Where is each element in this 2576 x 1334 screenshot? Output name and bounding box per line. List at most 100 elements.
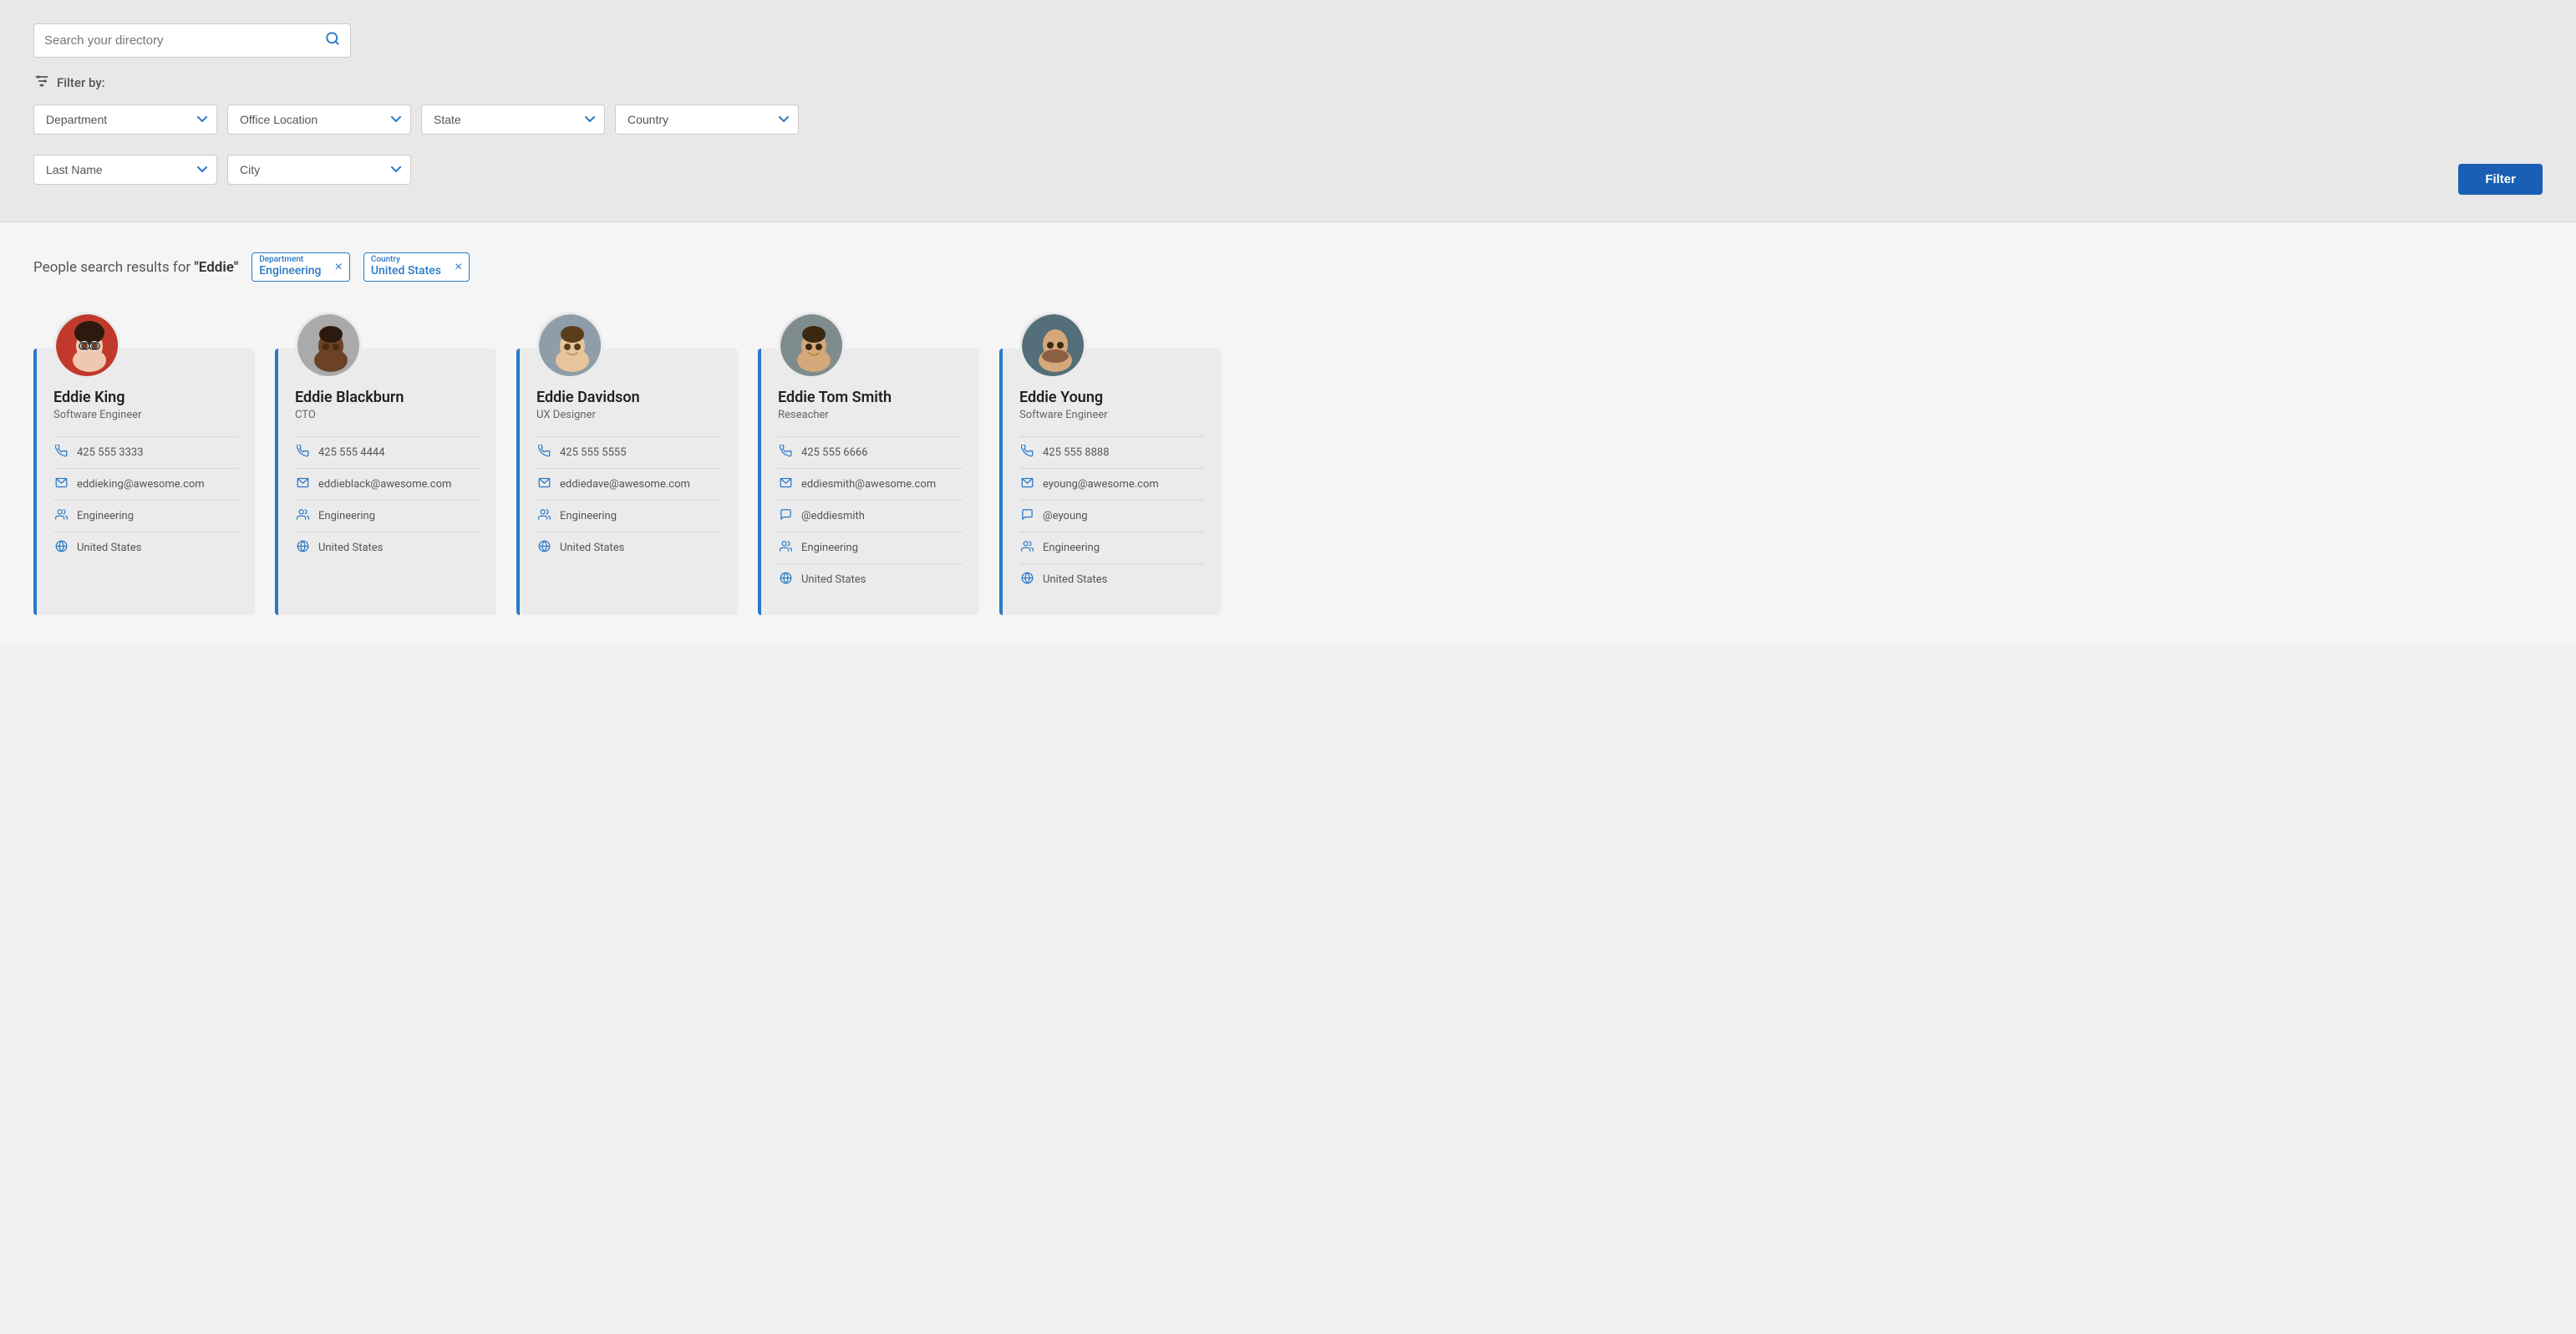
phone-icon-eddie-tom-smith	[778, 445, 793, 461]
globe-icon-eddie-king	[53, 540, 69, 556]
avatar-eddie-blackburn	[295, 312, 362, 379]
chat-icon-eddie-tom-smith	[778, 508, 793, 524]
globe-icon-eddie-davidson	[536, 540, 551, 556]
person-card-eddie-tom-smith[interactable]: Eddie Tom Smith Reseacher 425 555 6666 e…	[758, 349, 979, 615]
country-row-eddie-blackburn: United States	[295, 532, 480, 563]
country-value-eddie-young: United States	[1043, 573, 1107, 586]
dept-value-eddie-young: Engineering	[1043, 542, 1100, 554]
globe-icon-eddie-tom-smith	[778, 572, 793, 588]
dept-row-eddie-king: Engineering	[53, 500, 238, 532]
email-icon-eddie-blackburn	[295, 476, 310, 492]
chat-icon-eddie-young	[1019, 508, 1034, 524]
email-value-eddie-king: eddieking@awesome.com	[77, 478, 205, 491]
chip-department: Department Engineering ×	[252, 252, 350, 282]
email-row-eddie-tom-smith: eddiesmith@awesome.com	[778, 468, 963, 500]
office-location-dropdown[interactable]: Office Location	[227, 104, 411, 135]
filter-button[interactable]: Filter	[2458, 164, 2543, 195]
chip-country: Country United States ×	[363, 252, 470, 282]
email-icon-eddie-tom-smith	[778, 476, 793, 492]
phone-value-eddie-young: 425 555 8888	[1043, 446, 1110, 459]
dept-icon-eddie-young	[1019, 540, 1034, 556]
person-name-eddie-blackburn: Eddie Blackburn	[295, 389, 480, 406]
phone-row-eddie-davidson: 425 555 5555	[536, 436, 721, 468]
country-value-eddie-king: United States	[77, 542, 141, 554]
person-title-eddie-king: Software Engineer	[53, 409, 238, 421]
last-name-dropdown[interactable]: Last Name	[33, 155, 217, 185]
person-title-eddie-davidson: UX Designer	[536, 409, 721, 421]
dept-icon-eddie-davidson	[536, 508, 551, 524]
state-dropdown[interactable]: State	[421, 104, 605, 135]
avatar-eddie-young	[1019, 312, 1086, 379]
last-name-dropdown-wrap: Last Name	[33, 155, 217, 185]
phone-icon-eddie-blackburn	[295, 445, 310, 461]
phone-icon-eddie-young	[1019, 445, 1034, 461]
chip-country-close-button[interactable]: ×	[448, 253, 469, 281]
phone-row-eddie-young: 425 555 8888	[1019, 436, 1204, 468]
email-value-eddie-davidson: eddiedave@awesome.com	[560, 478, 690, 491]
card-body-eddie-young: Eddie Young Software Engineer 425 555 88…	[1003, 349, 1221, 595]
person-card-eddie-young[interactable]: Eddie Young Software Engineer 425 555 88…	[999, 349, 1221, 615]
state-dropdown-wrap: State	[421, 104, 605, 135]
person-card-eddie-king[interactable]: Eddie King Software Engineer 425 555 333…	[33, 349, 255, 615]
results-text: People search results for "Eddie"	[33, 259, 238, 276]
card-body-eddie-davidson: Eddie Davidson UX Designer 425 555 5555 …	[520, 349, 738, 563]
email-icon-eddie-davidson	[536, 476, 551, 492]
filter-row-1: Department Office Location	[33, 104, 799, 135]
filter-settings-icon	[33, 73, 50, 93]
chip-country-label: Country	[364, 253, 448, 264]
filter-controls: Department Office Location	[33, 104, 2543, 195]
filter-dropdowns: Department Office Location	[33, 104, 799, 195]
dept-icon-eddie-tom-smith	[778, 540, 793, 556]
person-name-eddie-tom-smith: Eddie Tom Smith	[778, 389, 963, 406]
avatar-eddie-king	[53, 312, 120, 379]
avatar-eddie-davidson	[536, 312, 603, 379]
email-icon-eddie-young	[1019, 476, 1034, 492]
results-header: People search results for "Eddie" Depart…	[33, 252, 2543, 282]
chat-row-eddie-young: @eyoung	[1019, 500, 1204, 532]
person-card-eddie-blackburn[interactable]: Eddie Blackburn CTO 425 555 4444 eddiebl…	[275, 349, 496, 615]
search-input[interactable]	[44, 33, 325, 48]
chip-dept-value: Engineering	[252, 264, 328, 281]
phone-value-eddie-davidson: 425 555 5555	[560, 446, 627, 459]
dept-icon-eddie-king	[53, 508, 69, 524]
phone-icon-eddie-davidson	[536, 445, 551, 461]
department-dropdown[interactable]: Department	[33, 104, 217, 135]
email-value-eddie-tom-smith: eddiesmith@awesome.com	[801, 478, 936, 491]
dept-row-eddie-blackburn: Engineering	[295, 500, 480, 532]
chip-dept-close-button[interactable]: ×	[328, 253, 349, 281]
phone-row-eddie-blackburn: 425 555 4444	[295, 436, 480, 468]
dept-icon-eddie-blackburn	[295, 508, 310, 524]
city-dropdown-wrap: City	[227, 155, 411, 185]
city-dropdown[interactable]: City	[227, 155, 411, 185]
dept-row-eddie-young: Engineering	[1019, 532, 1204, 563]
dept-row-eddie-davidson: Engineering	[536, 500, 721, 532]
avatar-eddie-tom-smith	[778, 312, 845, 379]
chip-country-value: United States	[364, 264, 448, 281]
country-value-eddie-davidson: United States	[560, 542, 624, 554]
search-box[interactable]	[33, 23, 351, 58]
phone-value-eddie-king: 425 555 3333	[77, 446, 144, 459]
phone-value-eddie-tom-smith: 425 555 6666	[801, 446, 868, 459]
chat-row-eddie-tom-smith: @eddiesmith	[778, 500, 963, 532]
dept-value-eddie-davidson: Engineering	[560, 510, 617, 522]
country-value-eddie-blackburn: United States	[318, 542, 383, 554]
card-body-eddie-blackburn: Eddie Blackburn CTO 425 555 4444 eddiebl…	[278, 349, 496, 563]
person-name-eddie-davidson: Eddie Davidson	[536, 389, 721, 406]
globe-icon-eddie-blackburn	[295, 540, 310, 556]
email-value-eddie-young: eyoung@awesome.com	[1043, 478, 1159, 491]
country-row-eddie-davidson: United States	[536, 532, 721, 563]
dept-value-eddie-tom-smith: Engineering	[801, 542, 858, 554]
search-icon	[325, 31, 340, 50]
phone-value-eddie-blackburn: 425 555 4444	[318, 446, 385, 459]
person-name-eddie-young: Eddie Young	[1019, 389, 1204, 406]
filter-by-label: Filter by:	[57, 75, 105, 90]
country-dropdown[interactable]: Country	[615, 104, 799, 135]
country-value-eddie-tom-smith: United States	[801, 573, 866, 586]
office-location-dropdown-wrap: Office Location	[227, 104, 411, 135]
email-icon-eddie-king	[53, 476, 69, 492]
dept-row-eddie-tom-smith: Engineering	[778, 532, 963, 563]
person-card-eddie-davidson[interactable]: Eddie Davidson UX Designer 425 555 5555 …	[516, 349, 738, 615]
filter-row-2: Last Name City	[33, 155, 799, 185]
person-title-eddie-tom-smith: Reseacher	[778, 409, 963, 421]
results-query: "Eddie"	[194, 259, 238, 276]
